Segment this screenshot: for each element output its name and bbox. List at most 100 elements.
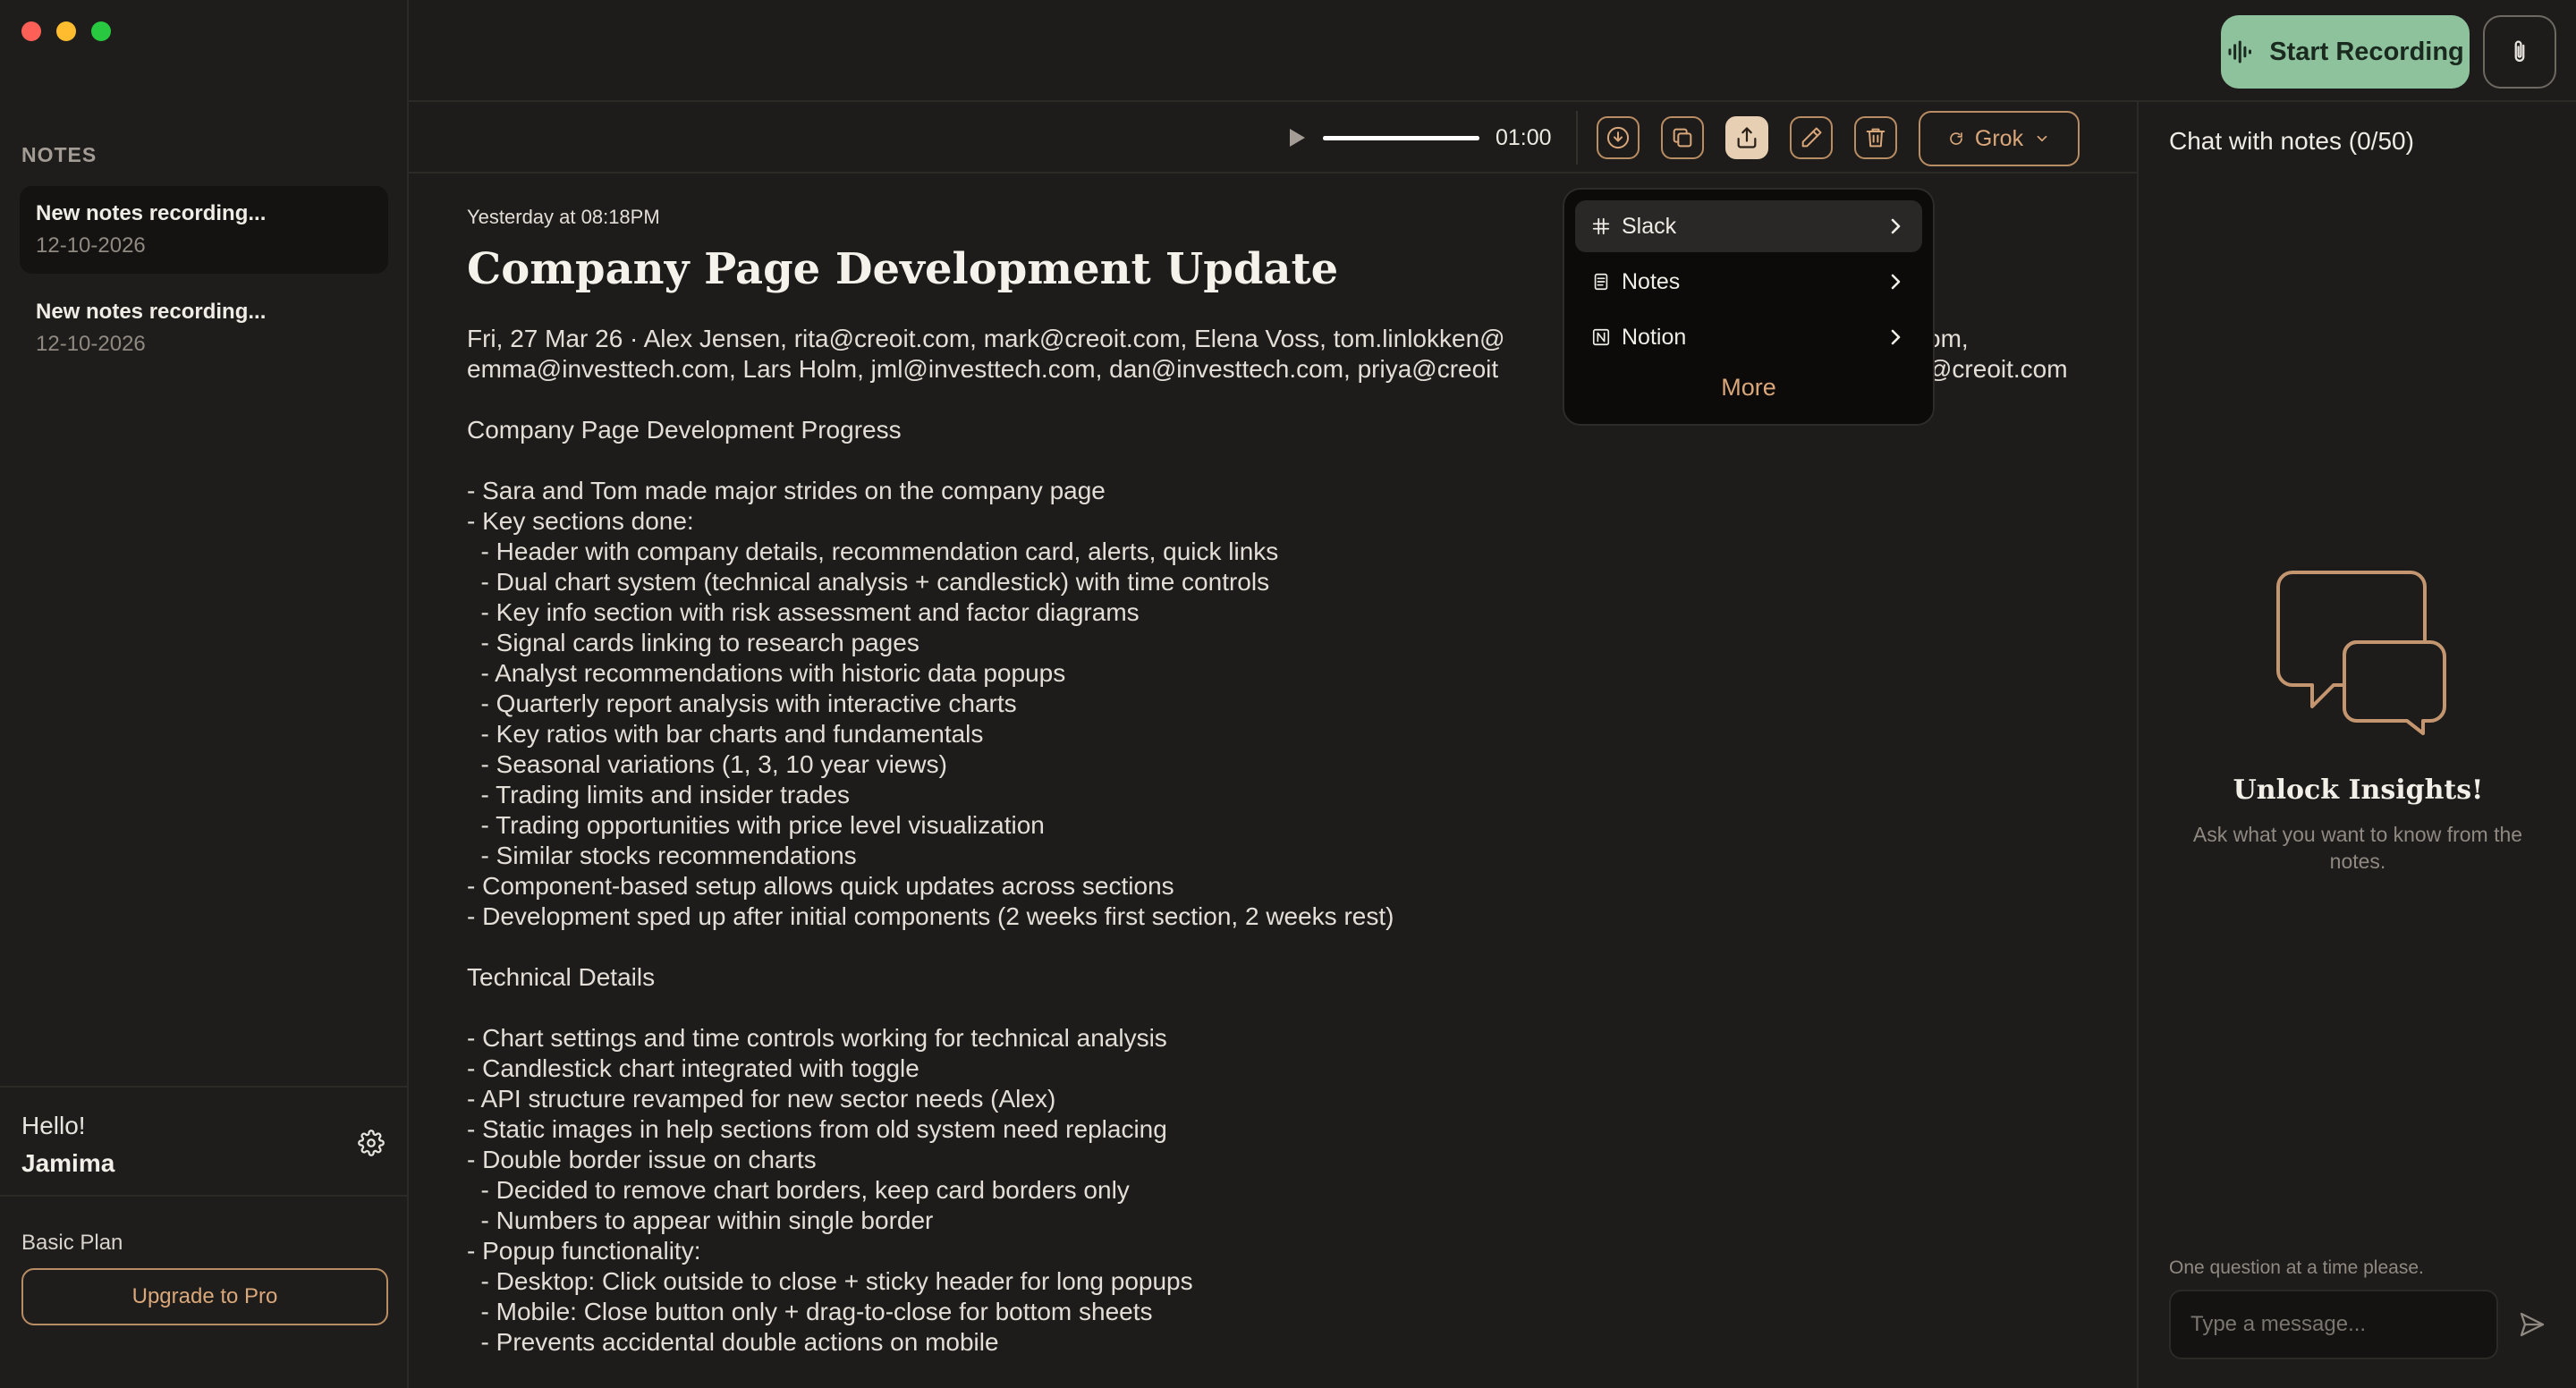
paperclip-icon [2514,40,2525,63]
menu-item-notion[interactable]: Notion [1575,311,1922,363]
share-menu: Slack Notes Notion More [1563,188,1935,426]
note-item-date: 12-10-2026 [36,233,146,258]
play-button[interactable] [1283,123,1311,152]
note-body-line: - Static images in help sections from ol… [467,1115,1167,1143]
note-body-line: - Seasonal variations (1, 3, 10 year vie… [467,750,947,778]
note-body-line: Technical Details [467,963,656,991]
audio-progress-fill [1323,136,1479,140]
note-body-line: - Analyst recommendations with historic … [467,659,1066,687]
username: Jamima [21,1149,115,1177]
empty-state-subtitle: Ask what you want to know from the notes… [2192,823,2523,873]
menu-item-label: Notion [1622,324,1687,350]
editor-toolbar: 01:00 Grok [409,102,2137,174]
attach-button[interactable] [2483,15,2556,89]
note-body-line: - Key ratios with bar charts and fundame… [467,720,984,748]
sidebar-footer: Hello! Jamima Basic Plan Upgrade to Pro [0,1086,407,1388]
menu-item-label: Slack [1622,213,1677,239]
settings-button[interactable] [355,1127,387,1159]
slack-icon [1592,217,1610,235]
note-body-line: - Prevents accidental double actions on … [467,1328,999,1356]
divider [0,1195,407,1197]
top-bar: Start Recording [409,0,2576,102]
minimize-window-button[interactable] [56,21,76,41]
chevron-right-icon [1891,218,1901,234]
note-body-line: - Desktop: Click outside to close + stic… [467,1267,1193,1295]
note-item-title: New notes recording... [36,201,267,225]
menu-item-label: Notes [1622,268,1681,294]
copy-button[interactable] [1661,116,1704,159]
note-body-line: - Trading opportunities with price level… [467,811,1045,839]
share-button[interactable] [1725,116,1768,159]
note-body-line: - Signal cards linking to research pages [467,629,919,656]
send-icon [2520,1312,2545,1337]
note-body[interactable]: Company Page Development Progress - Sara … [467,415,2095,1358]
note-body-line: - Numbers to appear within single border [467,1206,934,1234]
note-body-line [467,993,2095,1023]
note-body-line: - Trading limits and insider trades [467,781,850,808]
window-controls [21,21,111,41]
sidebar: NOTES New notes recording... 12-10-2026 … [0,0,409,1388]
delete-button[interactable] [1854,116,1897,159]
chat-title-text: Chat with notes [2169,127,2342,155]
chat-bubbles-icon [2276,571,2446,740]
chevron-right-icon [1891,329,1901,345]
note-list-item[interactable]: New notes recording... 12-10-2026 [20,186,388,274]
menu-more-button[interactable]: More [1575,374,1922,402]
chevron-down-icon [2037,135,2047,142]
note-body-line: - Chart settings and time controls worki… [467,1024,1167,1052]
note-list-item[interactable]: New notes recording... 12-10-2026 [20,284,388,372]
waveform-icon [2228,40,2252,63]
attendees-line: Fri, 27 Mar 26 · Alex Jensen, rita@creoi… [467,325,1505,352]
pencil-icon [1801,127,1822,148]
note-body-line: - Dual chart system (technical analysis … [467,568,1270,596]
plan-label: Basic Plan [21,1231,123,1255]
gear-icon [358,1130,385,1156]
notion-icon [1592,328,1610,346]
send-button[interactable] [2514,1307,2550,1342]
toolbar-divider [1576,111,1578,165]
close-window-button[interactable] [21,21,41,41]
upgrade-button[interactable]: Upgrade to Pro [21,1268,388,1325]
note-item-title: New notes recording... [36,300,267,324]
audio-progress-bar[interactable] [1323,136,1479,140]
chat-title: Chat with notes (0/50) [2169,127,2414,156]
notes-heading: NOTES [21,143,97,166]
refresh-icon [1950,132,1962,145]
trash-icon [1866,128,1885,148]
greeting-text: Hello! [21,1112,86,1139]
maximize-window-button[interactable] [91,21,111,41]
model-label: Grok [1974,125,2024,151]
menu-item-slack[interactable]: Slack [1575,200,1922,252]
chat-panel: Chat with notes (0/50) Unlock Insights! … [2137,102,2576,1388]
edit-button[interactable] [1790,116,1833,159]
chat-question-count: (0/50) [2348,127,2414,155]
note-body-line: - Similar stocks recommendations [467,842,857,869]
menu-item-notes[interactable]: Notes [1575,256,1922,308]
note-body-line: - Key sections done: [467,507,694,535]
note-body-line: - Double border issue on charts [467,1146,817,1173]
note-list: New notes recording... 12-10-2026 New no… [20,186,388,383]
start-recording-label: Start Recording [2269,37,2464,66]
note-body-line: - Header with company details, recommend… [467,537,1279,565]
note-body-line: - Development sped up after initial comp… [467,902,1394,930]
attendees-line: emma@investtech.com, Lars Holm, jml@inve… [467,355,1499,383]
empty-state-title: Unlock Insights! [2233,774,2484,806]
note-body-line: - Key info section with risk assessment … [467,598,1140,626]
chat-message-input[interactable] [2169,1290,2498,1359]
note-body-line: - Quarterly report analysis with interac… [467,690,1017,717]
app-window: NOTES New notes recording... 12-10-2026 … [0,0,2576,1388]
attendees-line-end: @creoit.com [1927,355,2068,383]
model-select[interactable]: Grok [1919,111,2080,166]
download-button[interactable] [1597,116,1640,159]
cloud-download-icon [1606,126,1630,149]
notes-icon [1594,273,1608,291]
note-body-line [467,932,2095,962]
note-body-line [467,445,2095,476]
audio-time: 01:00 [1496,125,1552,150]
start-recording-button[interactable]: Start Recording [2221,15,2470,89]
user-greeting: Hello! Jamima [21,1107,114,1182]
note-body-line: - Component-based setup allows quick upd… [467,872,1174,900]
note-body-line: - Popup functionality: [467,1237,701,1265]
share-icon [1737,127,1757,148]
note-item-date: 12-10-2026 [36,332,146,356]
